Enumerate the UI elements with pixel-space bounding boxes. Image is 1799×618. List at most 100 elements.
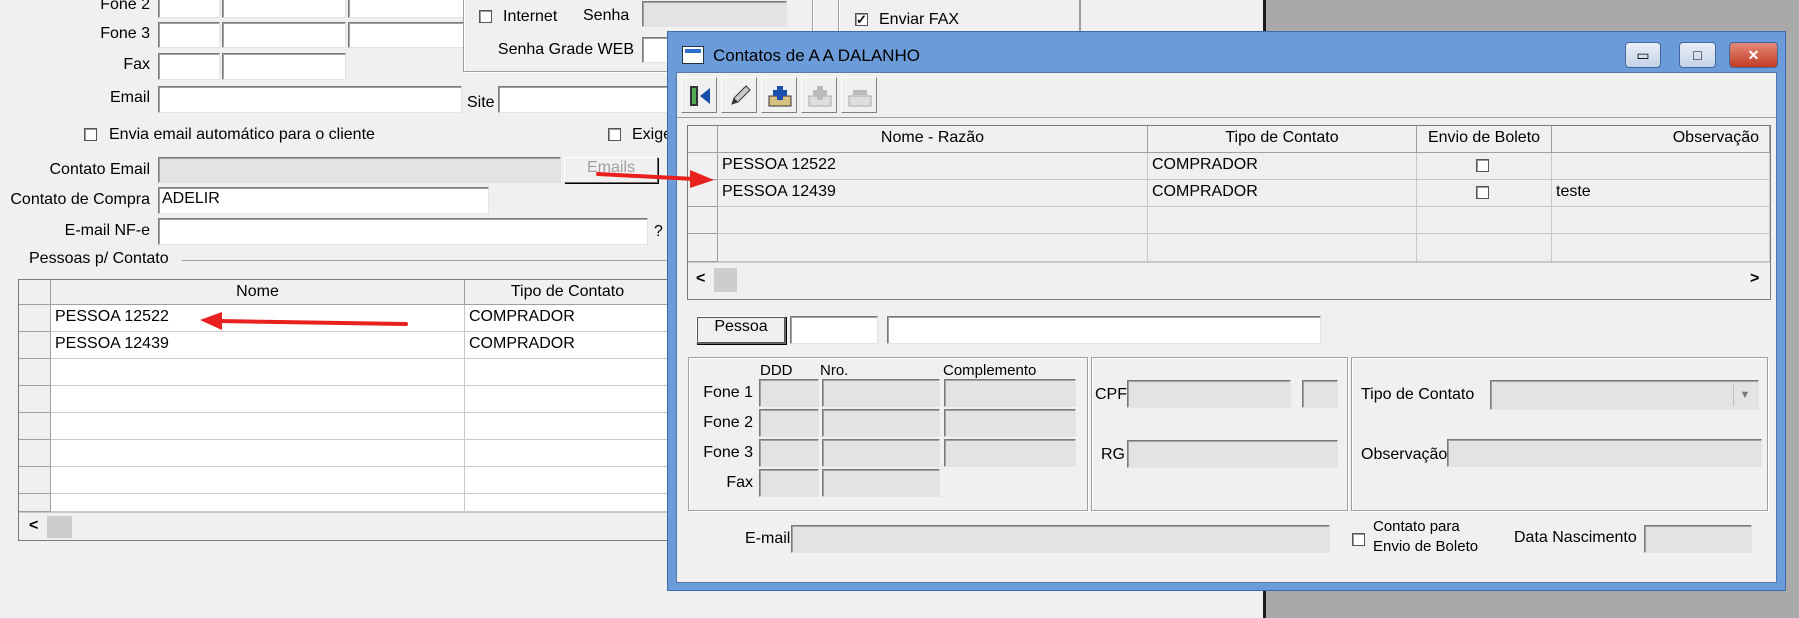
table-row-empty[interactable] [51, 467, 465, 494]
pessoa-name-field[interactable] [887, 316, 1321, 344]
contato-email-field[interactable] [158, 157, 561, 183]
add-icon[interactable] [761, 77, 797, 113]
fone3-complement-field[interactable] [944, 439, 1076, 467]
fax-ddd-field[interactable] [158, 53, 220, 80]
maximize-button[interactable]: □ [1679, 42, 1716, 68]
enviar-fax-checkbox[interactable]: ✓ [855, 13, 868, 26]
email-nfe-help[interactable]: ? [654, 222, 663, 242]
table-row-empty[interactable] [1552, 234, 1770, 262]
fone1-ddd-field[interactable] [759, 379, 819, 407]
table-row-empty[interactable] [1417, 234, 1552, 262]
edit-icon[interactable] [721, 77, 757, 113]
fone2-ddd-field[interactable] [158, 0, 220, 18]
table-row-empty[interactable] [465, 359, 671, 386]
fone3-ddd-field[interactable] [158, 22, 220, 48]
cpf-field[interactable] [1127, 380, 1291, 408]
row-indicator[interactable] [19, 332, 51, 359]
boleto-checkbox[interactable] [1476, 159, 1489, 172]
email-field[interactable] [791, 525, 1330, 553]
scroll-left-icon[interactable]: < [29, 516, 38, 536]
table-row-tipo[interactable]: COMPRADOR [465, 332, 671, 359]
chevron-down-icon[interactable]: ▼ [1733, 384, 1756, 406]
table-row-empty[interactable] [51, 413, 465, 440]
table-row-empty[interactable] [1148, 234, 1417, 262]
scroll-left-icon[interactable]: < [696, 269, 705, 289]
table-row-empty[interactable] [1552, 207, 1770, 234]
fone2-number-field[interactable] [222, 0, 346, 18]
scroll-right-icon[interactable]: > [1750, 269, 1759, 289]
fax-ddd-field[interactable] [759, 469, 819, 497]
grid-header-tipo[interactable]: Tipo de Contato [465, 280, 671, 305]
row-indicator[interactable] [19, 386, 51, 413]
observacao-field[interactable] [1447, 439, 1762, 467]
contato-compra-field[interactable]: ADELIR [158, 187, 489, 214]
fone3-number-field[interactable] [222, 22, 346, 48]
row-indicator[interactable] [19, 467, 51, 494]
table-row-empty[interactable] [465, 494, 671, 512]
row-indicator[interactable] [19, 494, 51, 512]
envia-email-checkbox[interactable] [84, 128, 97, 141]
table-row-empty[interactable] [465, 386, 671, 413]
email-nfe-field[interactable] [158, 218, 648, 245]
row-indicator[interactable] [688, 234, 718, 262]
delete-disabled-icon[interactable] [841, 77, 877, 113]
table-row-boleto[interactable] [1417, 180, 1552, 207]
data-nascimento-field[interactable] [1644, 525, 1752, 553]
table-row-empty[interactable] [51, 440, 465, 467]
close-button[interactable]: ✕ [1729, 42, 1778, 68]
fone2-number-field[interactable] [822, 409, 940, 437]
dialog-grid-hscrollbar[interactable]: < > [688, 262, 1770, 299]
tipo-contato-select[interactable]: ▼ [1490, 380, 1759, 410]
table-row-boleto[interactable] [1417, 153, 1552, 180]
table-row-empty[interactable] [1148, 207, 1417, 234]
grid-header-envio-boleto[interactable]: Envio de Boleto [1417, 126, 1552, 153]
site-field[interactable] [498, 86, 673, 113]
table-row-empty[interactable] [51, 359, 465, 386]
row-indicator[interactable] [19, 305, 51, 332]
cpf-digit-field[interactable] [1302, 380, 1338, 408]
fone2-complement-field[interactable] [348, 0, 464, 18]
table-row-nome[interactable]: PESSOA 12439 [51, 332, 465, 359]
table-row-tipo[interactable]: COMPRADOR [1148, 153, 1417, 180]
table-row-nome[interactable]: PESSOA 12439 [718, 180, 1148, 207]
pessoa-button[interactable]: Pessoa [696, 316, 786, 344]
table-row-empty[interactable] [465, 467, 671, 494]
row-indicator[interactable] [19, 359, 51, 386]
table-row-empty[interactable] [465, 440, 671, 467]
exit-icon[interactable] [681, 77, 717, 113]
fone1-complement-field[interactable] [944, 379, 1076, 407]
minimize-button[interactable]: ▭ [1625, 42, 1661, 68]
fone2-ddd-field[interactable] [759, 409, 819, 437]
table-row-obs[interactable] [1552, 153, 1770, 180]
table-row-obs[interactable]: teste [1552, 180, 1770, 207]
fone3-number-field[interactable] [822, 439, 940, 467]
bg-grid-hscrollbar[interactable]: < [19, 512, 671, 540]
exige-checkbox[interactable] [608, 128, 621, 141]
fax-number-field[interactable] [822, 469, 940, 497]
contato-boleto-checkbox[interactable] [1352, 533, 1365, 546]
table-row-tipo[interactable]: COMPRADOR [1148, 180, 1417, 207]
table-row-nome[interactable]: PESSOA 12522 [718, 153, 1148, 180]
row-indicator[interactable] [19, 440, 51, 467]
fone3-ddd-field[interactable] [759, 439, 819, 467]
scroll-thumb[interactable] [47, 516, 72, 538]
senha-field[interactable] [642, 1, 787, 27]
table-row-tipo[interactable]: COMPRADOR [465, 305, 671, 332]
grid-header-nome-razao[interactable]: Nome - Razão [718, 126, 1148, 153]
fax-number-field[interactable] [222, 53, 346, 80]
grid-header-tipo-contato[interactable]: Tipo de Contato [1148, 126, 1417, 153]
table-row-empty[interactable] [1417, 207, 1552, 234]
fone3-complement-field[interactable] [348, 22, 464, 48]
insert-disabled-icon[interactable] [801, 77, 837, 113]
table-row-empty[interactable] [465, 413, 671, 440]
table-row-empty[interactable] [718, 234, 1148, 262]
fone1-number-field[interactable] [822, 379, 940, 407]
rg-field[interactable] [1127, 440, 1338, 468]
email-field[interactable] [158, 86, 462, 113]
boleto-checkbox[interactable] [1476, 186, 1489, 199]
internet-checkbox[interactable] [479, 10, 492, 23]
fone2-complement-field[interactable] [944, 409, 1076, 437]
row-indicator[interactable] [19, 413, 51, 440]
table-row-empty[interactable] [51, 494, 465, 512]
scroll-thumb[interactable] [714, 268, 737, 292]
